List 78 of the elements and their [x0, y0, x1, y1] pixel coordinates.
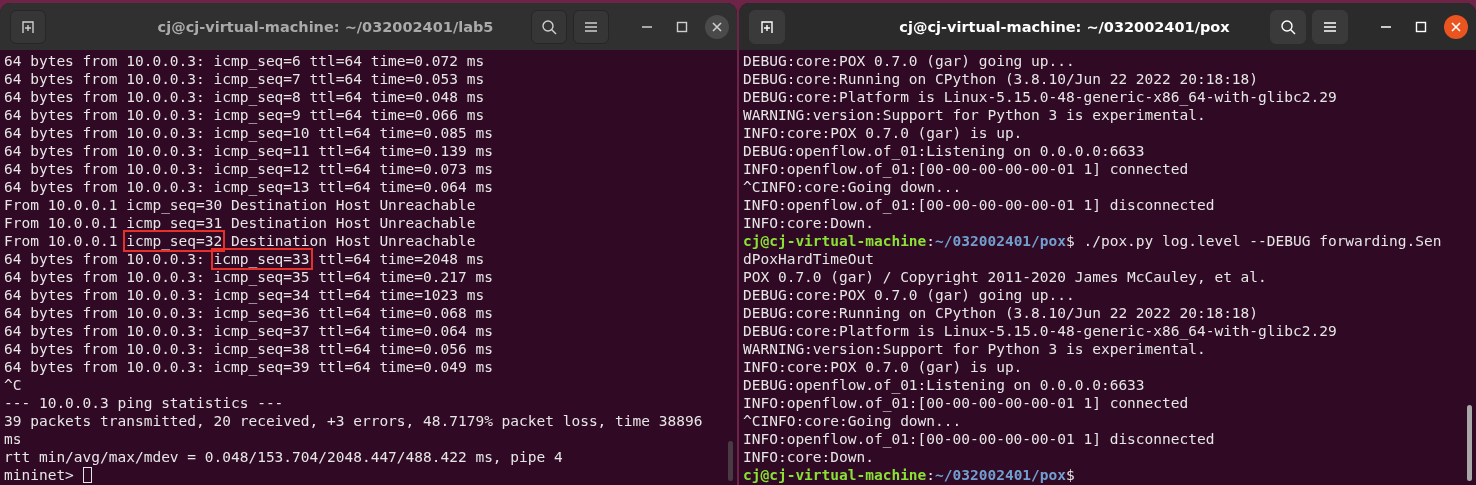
window-title: cj@cj-virtual-machine: ~/032002401/lab5 [156, 18, 495, 35]
menu-button[interactable] [1312, 9, 1348, 44]
terminal-text: Destination Host Unreachable [229, 233, 476, 249]
terminal-line: INFO:openflow.of_01:[00-00-00-00-00-01 1] connected [743, 394, 1190, 412]
terminal-line: --- 10.0.0.3 ping statistics --- [4, 394, 285, 412]
terminal-line: INFO:openflow.of_01:[00-00-00-00-00-01 1] connected [743, 160, 1190, 178]
terminal-line: 64 bytes from 10.0.0.3: icmp_seq=38 ttl=64 time=0.056 ms [4, 340, 494, 358]
terminal-line: From 10.0.0.1 icmp_seq=31 Destination Host Unreachable [4, 214, 477, 232]
terminal-line: DEBUG:core:Platform is Linux-5.15.0-48-generic-x86_64-with-glibc2.29 [743, 322, 1338, 340]
terminal-line: 64 bytes from 10.0.0.3: icmp_seq=37 ttl=64 time=0.064 ms [4, 322, 494, 340]
terminal-text: 64 bytes from 10.0.0.3: [4, 251, 206, 267]
terminal-line: 64 bytes from 10.0.0.3: icmp_seq=12 ttl=64 time=0.073 ms [4, 160, 494, 178]
terminal-line: INFO:core:Down. [743, 214, 875, 232]
prompt-user: cj@cj-virtual-machine [743, 233, 927, 249]
terminal-line: From 10.0.0.1 icmp_seq=30 Destination Host Unreachable [4, 196, 477, 214]
terminal-line: 39 packets transmitted, 20 received, +3 errors, 48.7179% packet loss, time 38896 [4, 412, 704, 430]
terminal-line: DEBUG:openflow.of_01:Listening on 0.0.0.0:6633 [743, 376, 1146, 394]
terminal-line: ^CINFO:core:Going down... [743, 178, 963, 196]
terminal-line: INFO:core:POX 0.7.0 (gar) is up. [743, 358, 1024, 376]
close-icon [1450, 20, 1462, 33]
terminal-line: INFO:openflow.of_01:[00-00-00-00-00-01 1] disconnected [743, 430, 1216, 448]
terminal-line: INFO:openflow.of_01:[00-00-00-00-00-01 1] disconnected [743, 196, 1216, 214]
terminal-line: DEBUG:core:Running on CPython (3.8.10/Jun 22 2022 20:18:18) [743, 304, 1260, 322]
terminal-line: DEBUG:core:Platform is Linux-5.15.0-48-generic-x86_64-with-glibc2.29 [743, 88, 1338, 106]
scrollbar[interactable] [728, 441, 733, 481]
search-button[interactable] [531, 9, 567, 44]
terminal-line: DEBUG:core:POX 0.7.0 (gar) going up... [743, 52, 1076, 70]
terminal-line: 64 bytes from 10.0.0.3: icmp_seq=7 ttl=64 time=0.053 ms [4, 70, 486, 88]
search-icon [1280, 18, 1296, 35]
terminal-line: 64 bytes from 10.0.0.3: icmp_seq=6 ttl=64 time=0.072 ms [4, 52, 486, 70]
maximize-icon [1415, 20, 1427, 33]
terminal-line: ^C [4, 376, 23, 394]
terminal-line: INFO:core:Down. [743, 448, 875, 466]
close-icon [711, 20, 723, 33]
new-tab-button[interactable] [749, 9, 785, 44]
terminal-line: 64 bytes from 10.0.0.3: icmp_seq=8 ttl=64 time=0.048 ms [4, 88, 486, 106]
new-tab-icon [759, 18, 775, 35]
terminal-line: DEBUG:core:Running on CPython (3.8.10/Jun 22 2022 20:18:18) [743, 70, 1260, 88]
highlighted-text: icmp_seq=32 [126, 233, 223, 249]
terminal-text: ttl=64 time=2048 ms [317, 251, 485, 267]
prompt-user: cj@cj-virtual-machine [743, 467, 927, 483]
scrollbar[interactable] [1467, 405, 1472, 481]
terminal-line: 64 bytes from 10.0.0.3: icmp_seq=36 ttl=64 time=0.068 ms [4, 304, 494, 322]
terminal-line: DEBUG:core:POX 0.7.0 (gar) going up... [743, 286, 1076, 304]
terminal-line: 64 bytes from 10.0.0.3: icmp_seq=11 ttl=64 time=0.139 ms [4, 142, 494, 160]
terminal-line: dPoxHardTimeOut [743, 250, 875, 268]
close-button[interactable] [705, 14, 729, 39]
terminal-line: 64 bytes from 10.0.0.3: icmp_seq=10 ttl=64 time=0.085 ms [4, 124, 494, 142]
terminal-line: 64 bytes from 10.0.0.3: icmp_seq=9 ttl=64 time=0.066 ms [4, 106, 486, 124]
terminal-text: $ [1066, 467, 1075, 483]
terminal-line: 64 bytes from 10.0.0.3: icmp_seq=35 ttl=64 time=0.217 ms [4, 268, 494, 286]
maximize-icon [676, 20, 688, 33]
terminal-line: 64 bytes from 10.0.0.3: icmp_seq=39 ttl=64 time=0.049 ms [4, 358, 494, 376]
new-tab-icon [20, 18, 36, 35]
terminal-line: INFO:core:POX 0.7.0 (gar) is up. [743, 124, 1024, 142]
terminal-text: From 10.0.0.1 [4, 233, 119, 249]
terminal-line: WARNING:version:Support for Python 3 is experimental. [743, 340, 1207, 358]
search-icon [541, 18, 557, 35]
terminal-line: POX 0.7.0 (gar) / Copyright 2011-2020 James McCauley, et al. [743, 268, 1268, 286]
terminal-line: DEBUG:openflow.of_01:Listening on 0.0.0.0:6633 [743, 142, 1146, 160]
terminal-line: WARNING:version:Support for Python 3 is experimental. [743, 106, 1207, 124]
search-button[interactable] [1270, 9, 1306, 44]
terminal-text: mininet> [4, 467, 75, 483]
terminal-line: ms [4, 430, 23, 448]
terminal-line: ^CINFO:core:Going down... [743, 412, 963, 430]
prompt-path: ~/032002401/pox [935, 233, 1066, 249]
terminal-line: 64 bytes from 10.0.0.3: icmp_seq=34 ttl=64 time=1023 ms [4, 286, 486, 304]
terminal-text: : [926, 233, 936, 249]
new-tab-button[interactable] [10, 9, 46, 44]
menu-button[interactable] [573, 9, 609, 44]
close-button[interactable] [1444, 14, 1468, 39]
terminal-line: 64 bytes from 10.0.0.3: icmp_seq=13 ttl=64 time=0.064 ms [4, 178, 494, 196]
terminal-line: rtt min/avg/max/mdev = 0.048/153.704/2048.447/488.422 ms, pipe 4 [4, 448, 564, 466]
terminal-text: : [926, 467, 936, 483]
highlighted-text: icmp_seq=33 [213, 251, 310, 267]
terminal-text: $ ./pox.py log.level --DEBUG forwarding.Sen [1066, 233, 1442, 249]
prompt-path: ~/032002401/pox [935, 467, 1066, 483]
window-title: cj@cj-virtual-machine: ~/032002401/pox [898, 18, 1231, 35]
